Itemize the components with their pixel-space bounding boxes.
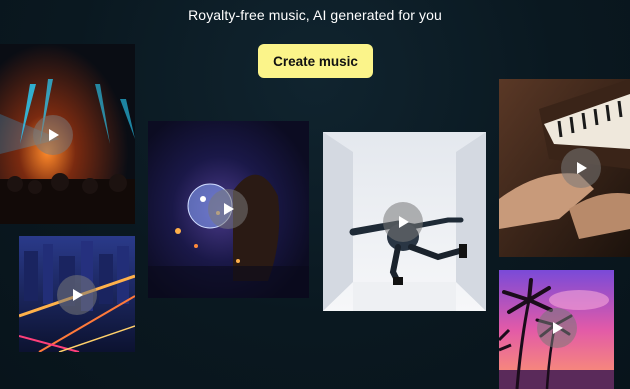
play-icon [49, 129, 59, 141]
tile-sunset[interactable] [499, 270, 614, 389]
play-icon [399, 216, 409, 228]
play-icon [73, 289, 83, 301]
play-button[interactable] [383, 202, 423, 242]
tile-disco[interactable] [148, 121, 309, 298]
play-button[interactable] [537, 308, 577, 348]
create-music-button[interactable]: Create music [258, 44, 373, 78]
play-button[interactable] [208, 189, 248, 229]
play-button[interactable] [33, 115, 73, 155]
tile-piano[interactable] [499, 79, 630, 257]
tile-concert[interactable] [0, 44, 135, 224]
landing-page: Royalty-free music, AI generated for you… [0, 0, 630, 389]
play-button[interactable] [561, 148, 601, 188]
tile-city[interactable] [19, 236, 135, 352]
play-icon [224, 203, 234, 215]
play-icon [577, 162, 587, 174]
page-headline: Royalty-free music, AI generated for you [188, 7, 442, 23]
play-icon [553, 322, 563, 334]
play-button[interactable] [57, 275, 97, 315]
tile-dancer[interactable] [323, 132, 486, 311]
